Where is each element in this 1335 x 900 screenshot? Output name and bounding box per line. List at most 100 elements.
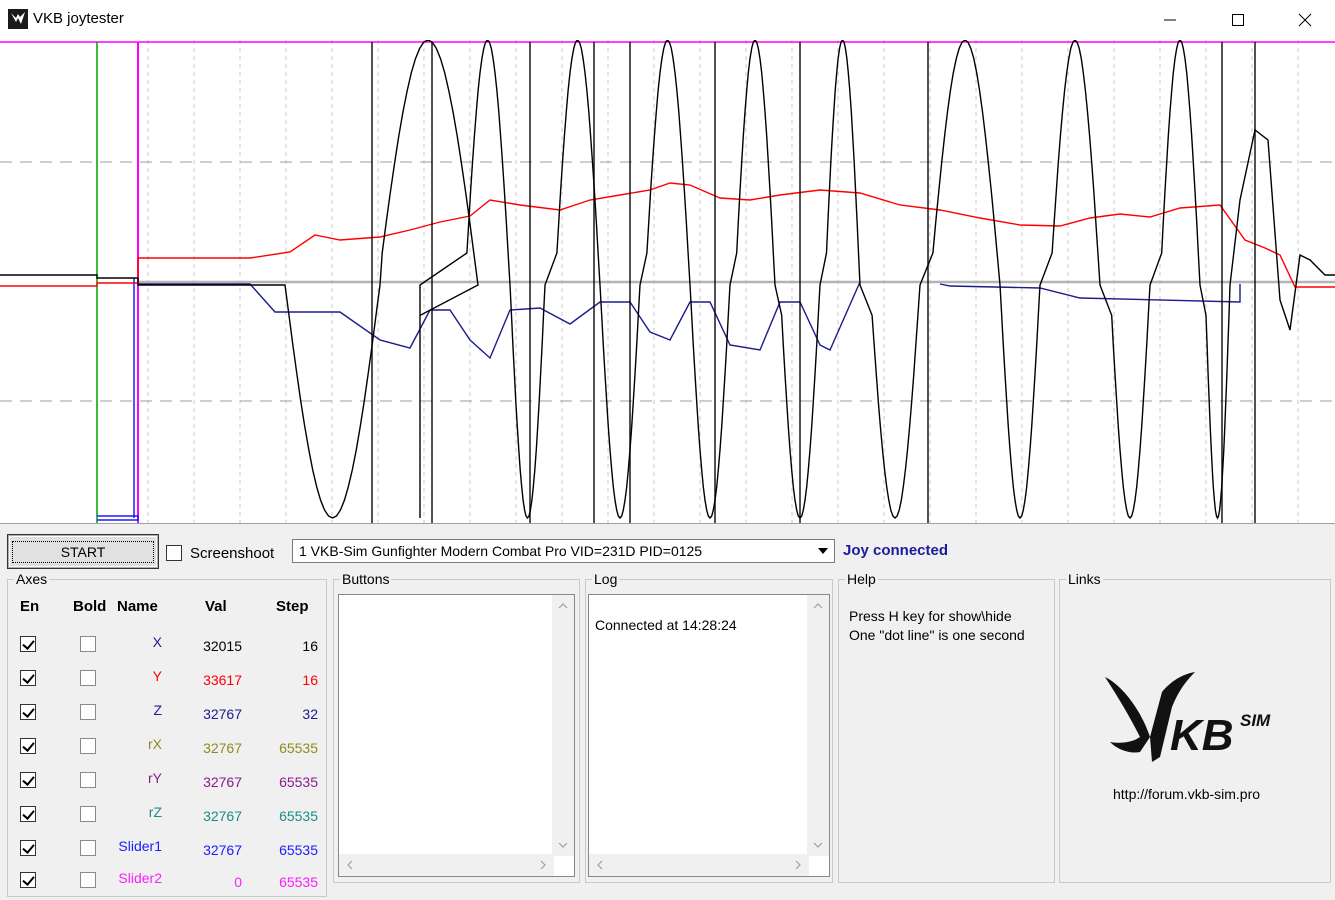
screenshot-checkbox[interactable] (166, 545, 182, 561)
device-select-dropdown[interactable] (811, 540, 834, 562)
axis-name: X (152, 634, 162, 650)
axis-step: 65535 (279, 808, 318, 824)
control-panel: START Screenshoot 1 VKB-Sim Gunfighter M… (0, 523, 1335, 900)
axis-plot (0, 40, 1335, 523)
axis-name: Y (152, 668, 162, 684)
log-entry: Connected at 14:28:24 (595, 617, 737, 633)
scroll-down-button[interactable] (552, 834, 574, 856)
axis-row-x: X 32015 16 (8, 634, 328, 664)
device-select[interactable]: 1 VKB-Sim Gunfighter Modern Combat Pro V… (292, 539, 835, 563)
buttons-list[interactable] (338, 594, 575, 877)
trace-y (0, 182, 1335, 288)
maximize-button[interactable] (1204, 0, 1271, 40)
axes-group-label: Axes (14, 571, 50, 587)
axis-name: rZ (148, 804, 162, 820)
close-icon (1298, 13, 1311, 27)
axis-name: Z (153, 702, 162, 718)
title-bar: VKB joytester (0, 0, 1335, 40)
axis-enable-checkbox[interactable] (20, 704, 36, 720)
axis-row-slider1: Slider1 32767 65535 (8, 838, 328, 868)
close-button[interactable] (1271, 0, 1335, 40)
axis-row-y: Y 33617 16 (8, 668, 328, 698)
axis-enable-checkbox[interactable] (20, 840, 36, 856)
maximize-icon (1231, 14, 1244, 26)
axis-plot-canvas (0, 40, 1335, 523)
chevron-down-icon (817, 548, 828, 554)
axis-value: 32767 (203, 774, 242, 790)
scroll-left-button[interactable] (589, 854, 611, 876)
minimize-icon (1163, 19, 1176, 21)
trace-x (0, 40, 1335, 520)
axis-name: Slider1 (118, 838, 162, 854)
axes-header-step: Step (276, 598, 309, 615)
scroll-left-button[interactable] (339, 854, 361, 876)
log-group: Log Connected at 14:28:24 (585, 571, 833, 883)
screenshot-label: Screenshoot (190, 545, 275, 562)
trace-z-tail (939, 283, 1241, 303)
scroll-right-button[interactable] (532, 854, 554, 876)
axis-enable-checkbox[interactable] (20, 806, 36, 822)
axis-enable-checkbox[interactable] (20, 670, 36, 686)
scroll-down-button[interactable] (807, 834, 829, 856)
axis-enable-checkbox[interactable] (20, 772, 36, 788)
chevron-down-icon (813, 842, 823, 848)
log-vertical-scrollbar[interactable] (807, 595, 829, 856)
chevron-right-icon (540, 860, 546, 870)
axis-row-rz: rZ 32767 65535 (8, 804, 328, 834)
axis-value: 32767 (203, 808, 242, 824)
log-horizontal-scrollbar[interactable] (589, 854, 809, 876)
scroll-up-button[interactable] (552, 595, 574, 617)
scroll-right-button[interactable] (787, 854, 809, 876)
axis-value: 32015 (203, 638, 242, 654)
window-title: VKB joytester (33, 10, 124, 27)
axis-value: 32767 (203, 740, 242, 756)
help-line-dotline: One "dot line" is one second (849, 627, 1025, 643)
svg-text:KB: KB (1170, 711, 1234, 760)
buttons-horizontal-scrollbar[interactable] (339, 854, 554, 876)
axis-step: 16 (302, 638, 318, 654)
axis-name: Slider2 (118, 870, 162, 886)
buttons-vertical-scrollbar[interactable] (552, 595, 574, 856)
axis-step: 65535 (279, 874, 318, 890)
axis-value: 32767 (203, 706, 242, 722)
axis-row-z: Z 32767 32 (8, 702, 328, 732)
minimize-button[interactable] (1136, 0, 1203, 40)
chevron-left-icon (597, 860, 603, 870)
log-group-label: Log (592, 571, 620, 587)
start-button-label: START (11, 540, 155, 563)
help-line-toggle: Press H key for show\hide (849, 608, 1012, 624)
axis-step: 65535 (279, 774, 318, 790)
chevron-up-icon (813, 603, 823, 609)
axes-group: Axes En Bold Name Val Step X 32015 16 Y 3361… (7, 571, 328, 897)
trace-z (138, 281, 861, 360)
forum-link[interactable]: http://forum.vkb-sim.pro (1113, 786, 1260, 802)
axis-enable-checkbox[interactable] (20, 738, 36, 754)
chevron-down-icon (558, 842, 568, 848)
app-logo-icon (8, 9, 28, 29)
help-group-label: Help (845, 571, 878, 587)
help-text: Press H key for show\hide One "dot line"… (849, 607, 1025, 645)
axis-enable-checkbox[interactable] (20, 636, 36, 652)
axis-value: 33617 (203, 672, 242, 688)
axes-header-bold: Bold (73, 598, 107, 615)
axis-value: 0 (234, 874, 242, 890)
axis-name: rX (148, 736, 162, 752)
axis-row-rx: rX 32767 65535 (8, 736, 328, 766)
log-list[interactable]: Connected at 14:28:24 (588, 594, 830, 877)
axis-enable-checkbox[interactable] (20, 872, 36, 888)
trace-slider1 (97, 515, 139, 521)
chevron-right-icon (795, 860, 801, 870)
start-button[interactable]: START (8, 535, 158, 568)
axis-name: rY (148, 770, 162, 786)
axes-header-en: En (20, 598, 40, 615)
axis-step: 16 (302, 672, 318, 688)
chevron-left-icon (347, 860, 353, 870)
axes-header-name: Name (117, 598, 158, 615)
buttons-group: Buttons (333, 571, 580, 883)
scroll-up-button[interactable] (807, 595, 829, 617)
connection-status: Joy connected (843, 542, 949, 559)
axes-header-val: Val (205, 598, 227, 615)
device-select-value: 1 VKB-Sim Gunfighter Modern Combat Pro V… (299, 543, 703, 559)
axis-step: 65535 (279, 740, 318, 756)
axis-step: 32 (302, 706, 318, 722)
